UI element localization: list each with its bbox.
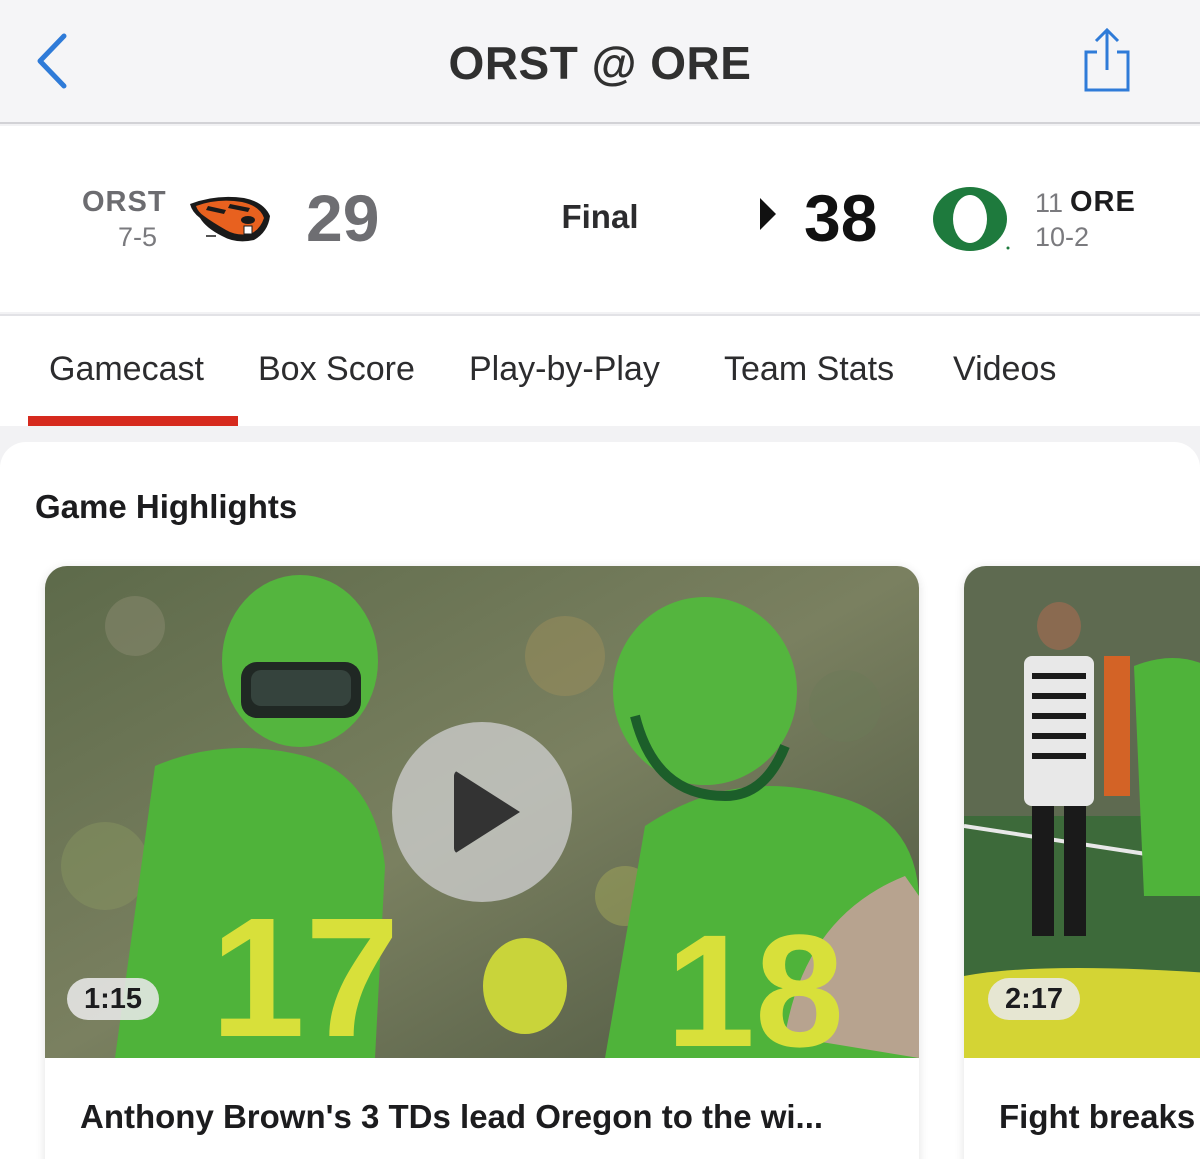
video-headline[interactable]: Fight breaks <box>999 1098 1195 1136</box>
section-title: Game Highlights <box>35 488 298 525</box>
video-card[interactable]: 17 18 1:15 Anthony Brown's 3 TDs lead Or… <box>45 566 919 1159</box>
svg-text:18: 18 <box>666 901 844 1058</box>
play-icon <box>454 770 520 854</box>
share-button[interactable] <box>1078 26 1136 96</box>
active-tab-indicator <box>28 416 238 426</box>
scoreboard: ORST 7-5 29 Final 38 11 ORE 10-2 <box>0 126 1200 312</box>
video-duration: 1:15 <box>67 978 160 1020</box>
game-status: Final <box>561 198 639 235</box>
video-card[interactable]: 2:17 Fight breaks <box>964 566 1200 1159</box>
tab-gamecast[interactable]: Gamecast <box>49 350 204 389</box>
page-title: ORST @ ORE <box>448 37 752 89</box>
home-team-rank: 11 <box>1035 188 1064 218</box>
tab-box-score[interactable]: Box Score <box>258 350 415 389</box>
video-headline[interactable]: Anthony Brown's 3 TDs lead Oregon to the… <box>80 1098 823 1136</box>
svg-text:17: 17 <box>210 883 399 1058</box>
oregon-o-logo[interactable] <box>930 184 1012 254</box>
navigation-bar: ORST @ ORE <box>0 0 1200 124</box>
share-icon <box>1084 27 1130 92</box>
away-team-abbr[interactable]: ORST <box>82 186 167 219</box>
winner-indicator-icon <box>760 198 776 230</box>
play-button[interactable] <box>392 722 572 902</box>
back-button[interactable] <box>30 30 78 92</box>
tab-play-by-play[interactable]: Play-by-Play <box>469 350 660 389</box>
away-team-record: 7-5 <box>118 222 158 252</box>
home-team-abbr[interactable]: ORE <box>1070 186 1136 219</box>
beaver-logo[interactable] <box>186 192 272 244</box>
video-duration: 2:17 <box>988 978 1081 1020</box>
tab-videos[interactable]: Videos <box>953 350 1056 389</box>
away-team-score: 29 <box>306 181 380 255</box>
highlights-section: Game Highlights 17 18 1:15 Anthony Brown… <box>0 442 1200 1159</box>
home-team-record: 10-2 <box>1035 222 1090 252</box>
home-team-score: 38 <box>804 181 878 255</box>
chevron-left-icon <box>37 33 67 89</box>
tab-team-stats[interactable]: Team Stats <box>724 350 894 389</box>
tab-bar: Gamecast Box Score Play-by-Play Team Sta… <box>0 314 1200 426</box>
